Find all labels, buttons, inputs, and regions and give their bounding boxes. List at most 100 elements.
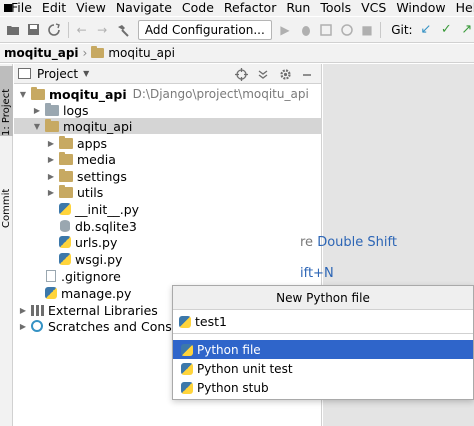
- add-configuration-button[interactable]: Add Configuration...: [137, 19, 272, 40]
- tree-item-urls-py[interactable]: urls.py: [14, 234, 322, 250]
- collapse-all-icon[interactable]: [255, 66, 271, 82]
- option-label: Python unit test: [197, 361, 293, 376]
- menu-run[interactable]: Run: [286, 0, 310, 16]
- git-push-icon[interactable]: ↗: [460, 22, 474, 38]
- folder-icon: [45, 102, 59, 116]
- chevron-right-icon[interactable]: ▶: [46, 188, 56, 197]
- menu-view[interactable]: View: [76, 0, 106, 16]
- tree-item-label: logs: [63, 102, 89, 118]
- chevron-down-icon[interactable]: ▼: [83, 69, 89, 78]
- tree-item-wsgi-py[interactable]: wsgi.py: [14, 251, 322, 267]
- open-folder-icon[interactable]: [6, 22, 21, 38]
- forward-arrow-icon[interactable]: →: [95, 22, 110, 38]
- menu-code[interactable]: Code: [182, 0, 214, 16]
- menu-window[interactable]: Window: [396, 0, 445, 16]
- git-label: Git:: [391, 22, 413, 37]
- project-view-icon: [18, 68, 31, 79]
- python-file-icon: [59, 203, 71, 215]
- tree-item-label: media: [77, 151, 116, 167]
- file-name-field-wrapper: [173, 310, 473, 334]
- tree-item-label: apps: [77, 135, 108, 151]
- folder-icon: [31, 86, 45, 100]
- folder-icon: [59, 151, 73, 165]
- breadcrumb-child[interactable]: moqitu_api: [108, 46, 175, 60]
- python-test-icon: [181, 362, 193, 375]
- menu-help[interactable]: Help: [456, 0, 474, 16]
- chevron-right-icon[interactable]: ▶: [46, 139, 56, 148]
- tree-item-label: moqitu_api: [63, 118, 133, 134]
- menu-refactor[interactable]: Refactor: [224, 0, 276, 16]
- tree-item-logs[interactable]: ▶ logs: [14, 102, 322, 118]
- minimize-icon[interactable]: [299, 66, 315, 82]
- chevron-right-icon[interactable]: ▶: [18, 306, 28, 315]
- chevron-right-icon[interactable]: ▶: [32, 106, 42, 115]
- python-file-icon: [59, 236, 71, 248]
- python-file-icon: [179, 315, 191, 328]
- file-name-input[interactable]: [195, 314, 445, 329]
- dialog-title: New Python file: [173, 286, 473, 310]
- sync-icon[interactable]: [47, 22, 62, 38]
- tab-project-label: 1: Project: [1, 88, 12, 136]
- panel-title[interactable]: Project: [37, 67, 78, 81]
- tree-item-settings[interactable]: ▶ settings: [14, 168, 322, 184]
- folder-icon: [91, 46, 105, 58]
- database-file-icon: [60, 220, 70, 232]
- chevron-right-icon: ›: [82, 46, 88, 60]
- tree-root[interactable]: ▼ moqitu_api D:\Django\project\moqitu_ap…: [14, 86, 322, 102]
- option-python-unit-test[interactable]: Python unit test: [173, 359, 473, 378]
- tab-commit[interactable]: Commit: [0, 168, 13, 228]
- chevron-right-icon[interactable]: ▶: [46, 172, 56, 181]
- menu-tools[interactable]: Tools: [320, 0, 351, 16]
- hint-key: Double Shift: [317, 235, 397, 250]
- tree-item-utils[interactable]: ▶ utils: [14, 184, 322, 200]
- tree-item-label: .gitignore: [61, 268, 121, 284]
- option-python-file[interactable]: Python file: [173, 340, 473, 359]
- stop-icon[interactable]: ■: [360, 22, 375, 38]
- run-icon[interactable]: ▶: [278, 22, 293, 38]
- chevron-right-icon[interactable]: ▶: [18, 322, 28, 331]
- tab-commit-label: Commit: [1, 188, 12, 228]
- chevron-down-icon[interactable]: ▼: [18, 90, 28, 99]
- tree-item-label: manage.py: [61, 285, 132, 301]
- toolbar-separator: [380, 21, 382, 38]
- new-python-file-dialog: New Python file Python file Python unit …: [172, 285, 474, 400]
- tree-item-label: External Libraries: [48, 302, 158, 318]
- gear-icon[interactable]: [277, 66, 293, 82]
- scratches-icon: [31, 320, 43, 332]
- git-commit-icon[interactable]: ✓: [439, 22, 454, 38]
- tree-item-db-sqlite3[interactable]: db.sqlite3: [14, 218, 322, 234]
- editor-hint-shortcut: ift+N: [300, 266, 334, 281]
- chevron-down-icon[interactable]: ▼: [32, 122, 42, 131]
- option-label: Python file: [197, 342, 261, 357]
- python-file-icon: [59, 253, 71, 265]
- folder-icon: [45, 118, 59, 132]
- save-all-icon[interactable]: [27, 22, 42, 38]
- tree-item-media[interactable]: ▶ media: [14, 151, 322, 167]
- option-python-stub[interactable]: Python stub: [173, 378, 473, 397]
- breadcrumb: moqitu_api › moqitu_api: [0, 44, 474, 63]
- text-file-icon: [46, 270, 56, 282]
- debug-icon[interactable]: [298, 22, 313, 38]
- chevron-right-icon[interactable]: ▶: [46, 155, 56, 164]
- hammer-build-icon[interactable]: [115, 22, 130, 38]
- toolbar-separator: [67, 21, 69, 38]
- tree-item-init-py[interactable]: __init__.py: [14, 201, 322, 217]
- file-type-list: Python file Python unit test Python stub: [173, 340, 473, 397]
- tree-item-moqitu-api[interactable]: ▼ moqitu_api: [14, 118, 322, 134]
- python-file-icon: [181, 343, 193, 356]
- breadcrumb-root[interactable]: moqitu_api: [4, 46, 79, 60]
- tree-item-apps[interactable]: ▶ apps: [14, 135, 322, 151]
- menu-vcs[interactable]: VCS: [361, 0, 386, 16]
- tab-project[interactable]: 1: Project: [0, 66, 13, 136]
- menu-edit[interactable]: Edit: [42, 0, 66, 16]
- tree-item-label: wsgi.py: [75, 251, 123, 267]
- locate-target-icon[interactable]: [233, 66, 249, 82]
- menu-navigate[interactable]: Navigate: [116, 0, 172, 16]
- tree-item-label: utils: [77, 184, 104, 200]
- menu-file[interactable]: File: [11, 0, 32, 16]
- profile-icon[interactable]: [339, 22, 354, 38]
- tree-item-gitignore[interactable]: .gitignore: [14, 268, 322, 284]
- git-update-icon[interactable]: ↙: [419, 22, 434, 38]
- back-arrow-icon[interactable]: ←: [74, 22, 89, 38]
- coverage-icon[interactable]: [319, 22, 334, 38]
